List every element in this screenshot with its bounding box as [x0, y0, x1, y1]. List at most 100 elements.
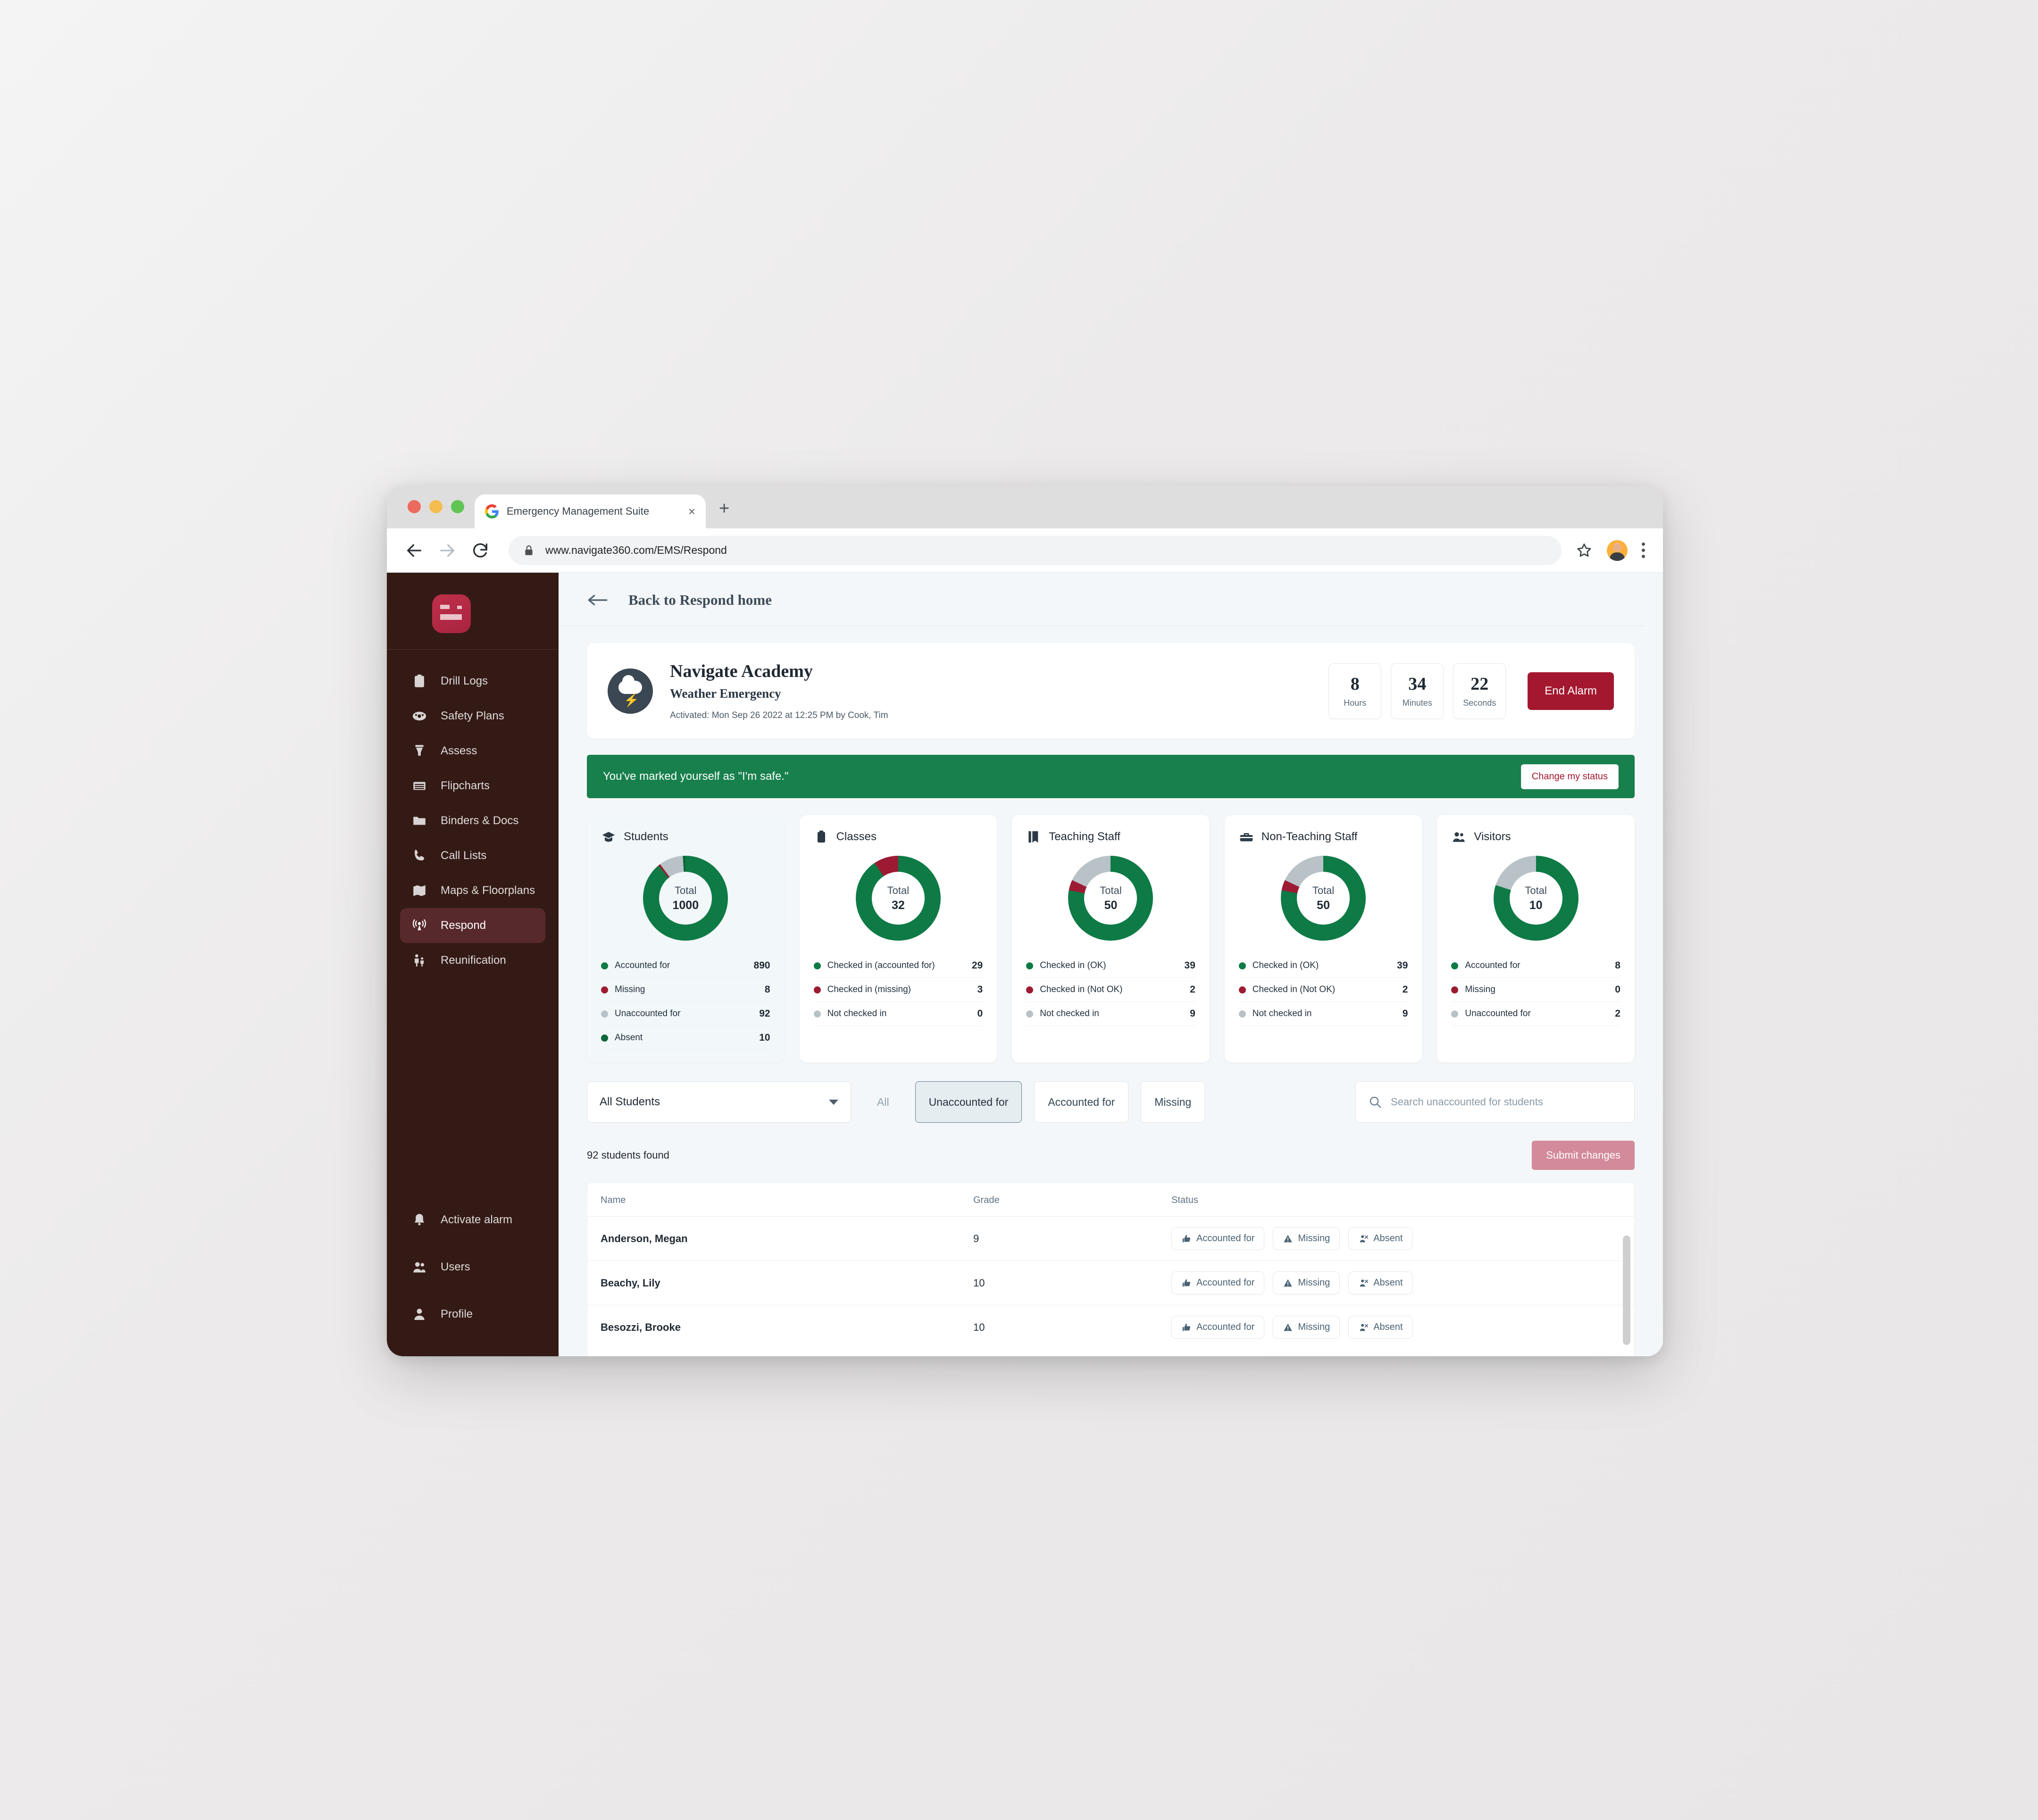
sidebar-item-profile[interactable]: Profile	[400, 1297, 545, 1332]
main-content: Back to Respond home ⚡ Navigate Academy …	[559, 573, 1663, 1356]
legend-row: Absent 10	[601, 1026, 770, 1050]
reload-icon[interactable]	[471, 541, 490, 560]
back-to-respond-home-link[interactable]: Back to Respond home	[559, 573, 1644, 626]
legend-color-dot	[1026, 962, 1034, 969]
status-button-absent[interactable]: Absent	[1348, 1316, 1413, 1339]
card-header: Non-Teaching Staff	[1239, 829, 1408, 844]
student-group-select[interactable]: All Students	[587, 1081, 851, 1123]
filter-bar: All Students All Unaccounted for Account…	[587, 1081, 1635, 1123]
alarm-info: Navigate Academy Weather Emergency Activ…	[670, 661, 1328, 721]
sidebar-item-users[interactable]: Users	[400, 1250, 545, 1285]
absent-person-icon	[1358, 1234, 1369, 1244]
table-scrollbar[interactable]	[1623, 1236, 1630, 1345]
summary-card-visitors[interactable]: Visitors Total 10 Accounted for 8 Missing 0 Una…	[1437, 815, 1635, 1062]
legend-value: 0	[977, 1008, 983, 1019]
sidebar-item-call-lists[interactable]: Call Lists	[400, 838, 545, 873]
warning-triangle-icon	[1283, 1234, 1293, 1244]
submit-changes-button[interactable]: Submit changes	[1532, 1141, 1635, 1170]
new-tab-icon[interactable]: +	[719, 500, 729, 518]
sidebar-item-maps-floorplans[interactable]: Maps & Floorplans	[400, 873, 545, 908]
card-title: Visitors	[1474, 830, 1511, 843]
legend-value: 9	[1402, 1008, 1408, 1019]
card-header: Classes	[814, 829, 983, 844]
legend-label: Checked in (OK)	[1040, 960, 1106, 970]
tab-missing[interactable]: Missing	[1141, 1081, 1205, 1123]
phone-icon	[410, 847, 428, 865]
sidebar-item-safety-plans[interactable]: Safety Plans	[400, 699, 545, 734]
donut-total-label: Total	[1100, 884, 1122, 896]
legend-label: Missing	[615, 985, 645, 994]
search-input[interactable]	[1391, 1096, 1622, 1108]
status-button-label: Missing	[1298, 1233, 1330, 1244]
status-button-accounted-for[interactable]: Accounted for	[1171, 1271, 1265, 1294]
legend-color-dot	[813, 962, 821, 969]
status-button-missing[interactable]: Missing	[1273, 1227, 1340, 1250]
maximize-window-button[interactable]	[451, 500, 464, 513]
cell-student-name: Beachy, Lily	[601, 1277, 660, 1289]
card-title: Non-Teaching Staff	[1261, 830, 1358, 843]
cell-status-actions: Accounted for Missing Absent	[1171, 1227, 1621, 1250]
status-button-absent[interactable]: Absent	[1348, 1271, 1413, 1294]
search-icon	[1370, 1096, 1381, 1108]
sidebar-item-drill-logs[interactable]: Drill Logs	[400, 664, 545, 699]
summary-card-non-teaching-staff[interactable]: Non-Teaching Staff Total 50 Checked in (OK)…	[1224, 815, 1422, 1062]
legend-color-dot	[1451, 1010, 1459, 1018]
status-button-label: Absent	[1373, 1277, 1403, 1288]
summary-card-teaching-staff[interactable]: Teaching Staff Total 50 Checked in (OK) 39 Ch…	[1012, 815, 1210, 1062]
search-container[interactable]	[1355, 1081, 1635, 1123]
donut-center: Total 32	[871, 872, 925, 925]
cell-status-actions: Accounted for Missing Absent	[1171, 1316, 1621, 1339]
close-tab-icon[interactable]: ×	[688, 505, 695, 518]
legend-color-dot	[601, 1034, 608, 1042]
donut-chart: Total 32	[855, 856, 941, 941]
tab-unaccounted-for[interactable]: Unaccounted for	[915, 1081, 1022, 1123]
summary-card-students[interactable]: Students Total 1000 Accounted for 890 Missing…	[587, 815, 785, 1062]
back-arrow-icon[interactable]	[405, 541, 424, 560]
donut-chart-wrapper: Total 32	[814, 856, 983, 941]
sidebar-item-binders-docs[interactable]: Binders & Docs	[400, 803, 545, 838]
sidebar-item-flipcharts[interactable]: Flipcharts	[400, 768, 545, 803]
legend-value: 2	[1402, 984, 1408, 995]
address-bar-url: www.navigate360.com/EMS/Respond	[545, 544, 727, 556]
legend-color-dot	[601, 962, 608, 969]
status-button-missing[interactable]: Missing	[1273, 1316, 1340, 1339]
visitors-icon	[1451, 829, 1466, 844]
sidebar-item-label: Profile	[441, 1308, 473, 1320]
forward-arrow-icon[interactable]	[438, 541, 457, 560]
change-my-status-button[interactable]: Change my status	[1520, 764, 1619, 789]
thumbs-up-icon	[1181, 1234, 1192, 1244]
summary-card-classes[interactable]: Classes Total 32 Checked in (accounted for)…	[799, 815, 997, 1062]
address-bar[interactable]: www.navigate360.com/EMS/Respond	[509, 535, 1562, 565]
table-body: Anderson, Megan 9 Accounted for Missing Abse…	[587, 1216, 1634, 1349]
status-button-accounted-for[interactable]: Accounted for	[1171, 1227, 1265, 1250]
profile-avatar-icon[interactable]	[1607, 540, 1628, 561]
tab-all[interactable]: All	[863, 1081, 903, 1123]
donut-chart: Total 10	[1493, 856, 1579, 941]
thumbs-up-icon	[1181, 1322, 1192, 1333]
status-button-accounted-for[interactable]: Accounted for	[1171, 1316, 1265, 1339]
chevron-down-icon	[829, 1099, 838, 1105]
legend-label: Checked in (OK)	[1252, 960, 1319, 970]
end-alarm-button[interactable]: End Alarm	[1528, 672, 1614, 710]
kebab-menu-icon[interactable]	[1642, 543, 1645, 558]
bookmark-star-icon[interactable]	[1576, 542, 1593, 559]
sidebar-item-label: Binders & Docs	[441, 814, 519, 827]
sidebar: Drill Logs Safety Plans Assess Flipchart…	[387, 573, 559, 1356]
sidebar-item-respond[interactable]: Respond	[400, 908, 545, 943]
results-row: 92 students found Submit changes	[587, 1141, 1635, 1170]
status-button-missing[interactable]: Missing	[1273, 1271, 1340, 1294]
browser-tab[interactable]: Emergency Management Suite ×	[475, 494, 706, 528]
warning-triangle-icon	[1283, 1278, 1293, 1288]
legend-label: Checked in (missing)	[827, 985, 911, 994]
tab-accounted-for[interactable]: Accounted for	[1034, 1081, 1129, 1123]
status-button-absent[interactable]: Absent	[1348, 1227, 1413, 1250]
sidebar-item-activate-alarm[interactable]: Activate alarm	[400, 1202, 545, 1237]
sidebar-item-assess[interactable]: Assess	[400, 734, 545, 768]
sidebar-item-reunification[interactable]: Reunification	[400, 943, 545, 978]
close-window-button[interactable]	[408, 500, 421, 513]
navigate360-logo-icon[interactable]	[432, 594, 471, 633]
legend-color-dot	[601, 1010, 608, 1018]
window-traffic-lights	[387, 500, 464, 528]
legend-label: Checked in (accounted for)	[827, 960, 935, 970]
minimize-window-button[interactable]	[429, 500, 443, 513]
